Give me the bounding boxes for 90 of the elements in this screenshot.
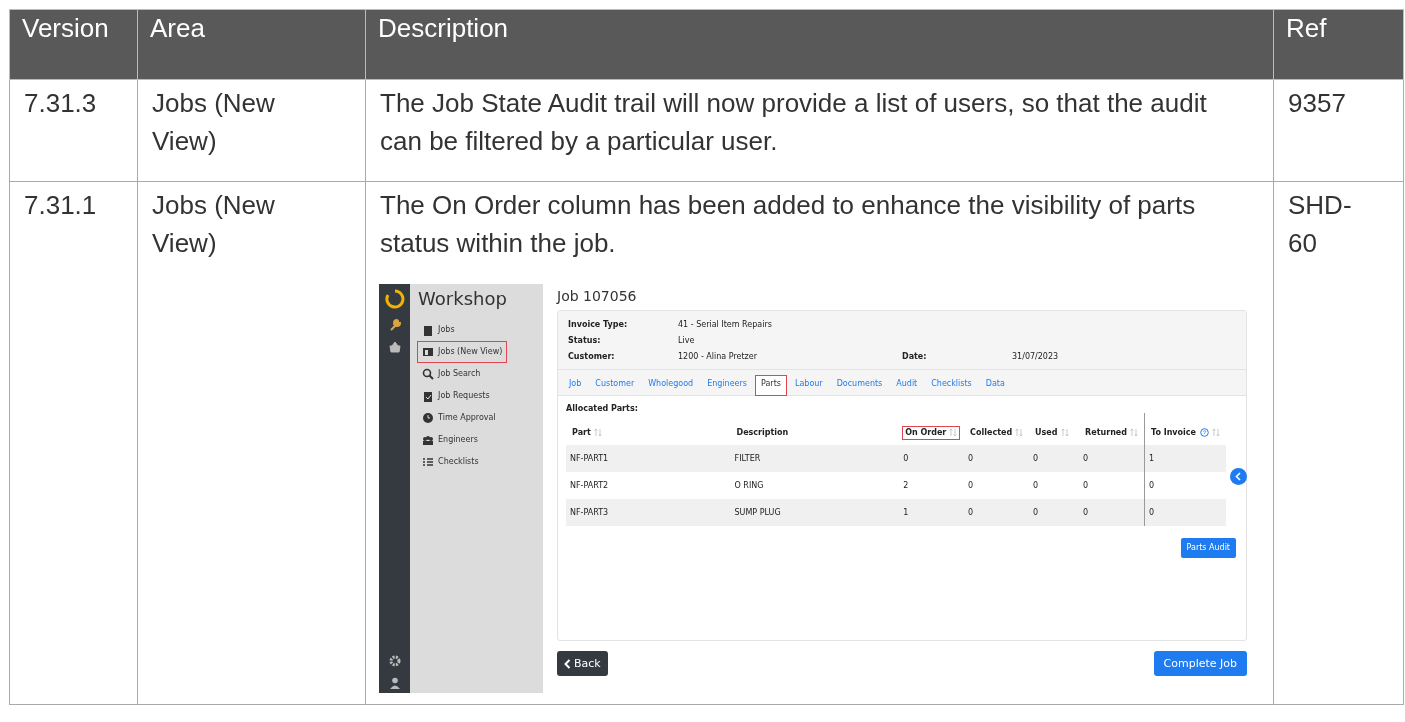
- user-icon: [388, 677, 401, 690]
- checklist-icon: [422, 455, 435, 468]
- version-cell: 7.31.1: [9, 181, 138, 705]
- field-label: Customer:: [568, 352, 616, 362]
- table-cell: NF-PART3: [566, 498, 731, 526]
- tab[interactable]: Checklists: [926, 376, 977, 395]
- column-header[interactable]: To Invoice: [1149, 427, 1222, 439]
- table-cell: 0: [1029, 444, 1080, 472]
- menu-item[interactable]: Jobs (New View): [418, 341, 507, 362]
- menu-item[interactable]: Job Requests: [418, 385, 494, 406]
- sort-icon: [1015, 428, 1024, 438]
- search-icon: [422, 367, 435, 380]
- basket-icon: [388, 341, 401, 354]
- table-cell: 0: [899, 444, 965, 472]
- complete-job-button[interactable]: Complete Job: [1153, 651, 1247, 677]
- area-cell: Jobs (New View): [137, 79, 366, 182]
- version-cell: 7.31.3: [9, 79, 138, 182]
- tab[interactable]: Data: [980, 376, 1010, 395]
- area-cell: Jobs (New View): [137, 181, 366, 705]
- tab[interactable]: Parts: [755, 376, 786, 395]
- app-title: Workshop: [418, 288, 508, 310]
- column-header: Version: [9, 9, 138, 80]
- description-text: The Job State Audit trail will now provide a list of users, so that the audit can be filtered by a particular user.: [380, 87, 1208, 158]
- table-cell: NF-PART2: [566, 471, 731, 499]
- field-label: Status:: [568, 336, 602, 346]
- tab[interactable]: Wholegood: [643, 376, 699, 395]
- field-value: 31/07/2023: [1012, 352, 1060, 362]
- column-header[interactable]: Part: [570, 427, 604, 439]
- tab[interactable]: Labour: [789, 376, 828, 395]
- table-cell: 2: [899, 471, 965, 499]
- table-cell: 0: [1144, 498, 1226, 526]
- sort-icon: [949, 428, 958, 438]
- clock-icon: [422, 411, 435, 424]
- tab[interactable]: Customer: [590, 376, 640, 395]
- clipboard-check-icon: [422, 389, 435, 402]
- table-cell: FILTER: [730, 444, 900, 472]
- section-title: Allocated Parts:: [566, 403, 639, 414]
- sort-icon: [593, 428, 602, 438]
- ref-cell: SHD-60: [1273, 181, 1404, 705]
- table-cell: 0: [1029, 498, 1080, 526]
- chevron-left-icon: [564, 658, 571, 669]
- table-cell: 1: [1144, 444, 1226, 472]
- field-label: Invoice Type:: [568, 320, 629, 330]
- sort-icon: [1211, 428, 1220, 438]
- column-header[interactable]: Used: [1033, 427, 1071, 439]
- sort-icon: [1060, 428, 1069, 438]
- logo-icon: [384, 289, 405, 310]
- column-header[interactable]: Collected: [968, 427, 1026, 439]
- chevron-left-icon: [1230, 467, 1247, 485]
- field-value: Live: [678, 336, 696, 346]
- table-cell: NF-PART1: [566, 444, 731, 472]
- table-cell: 0: [964, 444, 1030, 472]
- column-header: Description: [365, 9, 1274, 80]
- tab[interactable]: Audit: [891, 376, 923, 395]
- board-icon: [422, 345, 435, 358]
- parts-audit-button[interactable]: Parts Audit: [1180, 537, 1236, 558]
- sort-icon: [1130, 428, 1138, 438]
- column-header[interactable]: Returned: [1083, 427, 1140, 439]
- wrench-icon: [388, 319, 401, 332]
- ref-cell: 9357: [1273, 79, 1404, 182]
- column-header[interactable]: Description: [734, 427, 791, 439]
- description-text: The On Order column has been added to enhance the visibility of parts status within the job.: [380, 189, 1197, 260]
- table-cell: 0: [1144, 471, 1226, 499]
- tab[interactable]: Job: [564, 376, 587, 395]
- field-value: 1200 - Alina Pretzer: [678, 352, 759, 362]
- table-cell: SUMP PLUG: [730, 498, 900, 526]
- page-title: Job 107056: [557, 288, 638, 306]
- column-header: Ref: [1273, 9, 1404, 80]
- menu-item[interactable]: Checklists: [418, 451, 483, 472]
- table-cell: 0: [964, 498, 1030, 526]
- menu-item[interactable]: Job Search: [418, 363, 485, 384]
- column-header: Area: [137, 9, 366, 80]
- menu-item[interactable]: Time Approval: [418, 407, 500, 428]
- table-cell: 0: [1079, 471, 1145, 499]
- column-header[interactable]: On Order: [903, 427, 960, 439]
- menu-item[interactable]: Jobs: [418, 319, 459, 340]
- table-cell: 0: [1079, 444, 1145, 472]
- table-cell: 0: [964, 471, 1030, 499]
- table-cell: 0: [1079, 498, 1145, 526]
- tab[interactable]: Engineers: [702, 376, 752, 395]
- field-label: Date:: [902, 352, 928, 362]
- table-cell: 1: [899, 498, 965, 526]
- field-value: 41 - Serial Item Repairs: [678, 320, 773, 330]
- back-button[interactable]: Back: [557, 651, 608, 677]
- clipboard-icon: [422, 323, 435, 336]
- help-icon: [1199, 428, 1209, 438]
- menu-item[interactable]: Engineers: [418, 429, 482, 450]
- tab[interactable]: Documents: [831, 376, 888, 395]
- table-cell: 0: [1029, 471, 1080, 499]
- table-cell: O RING: [730, 471, 900, 499]
